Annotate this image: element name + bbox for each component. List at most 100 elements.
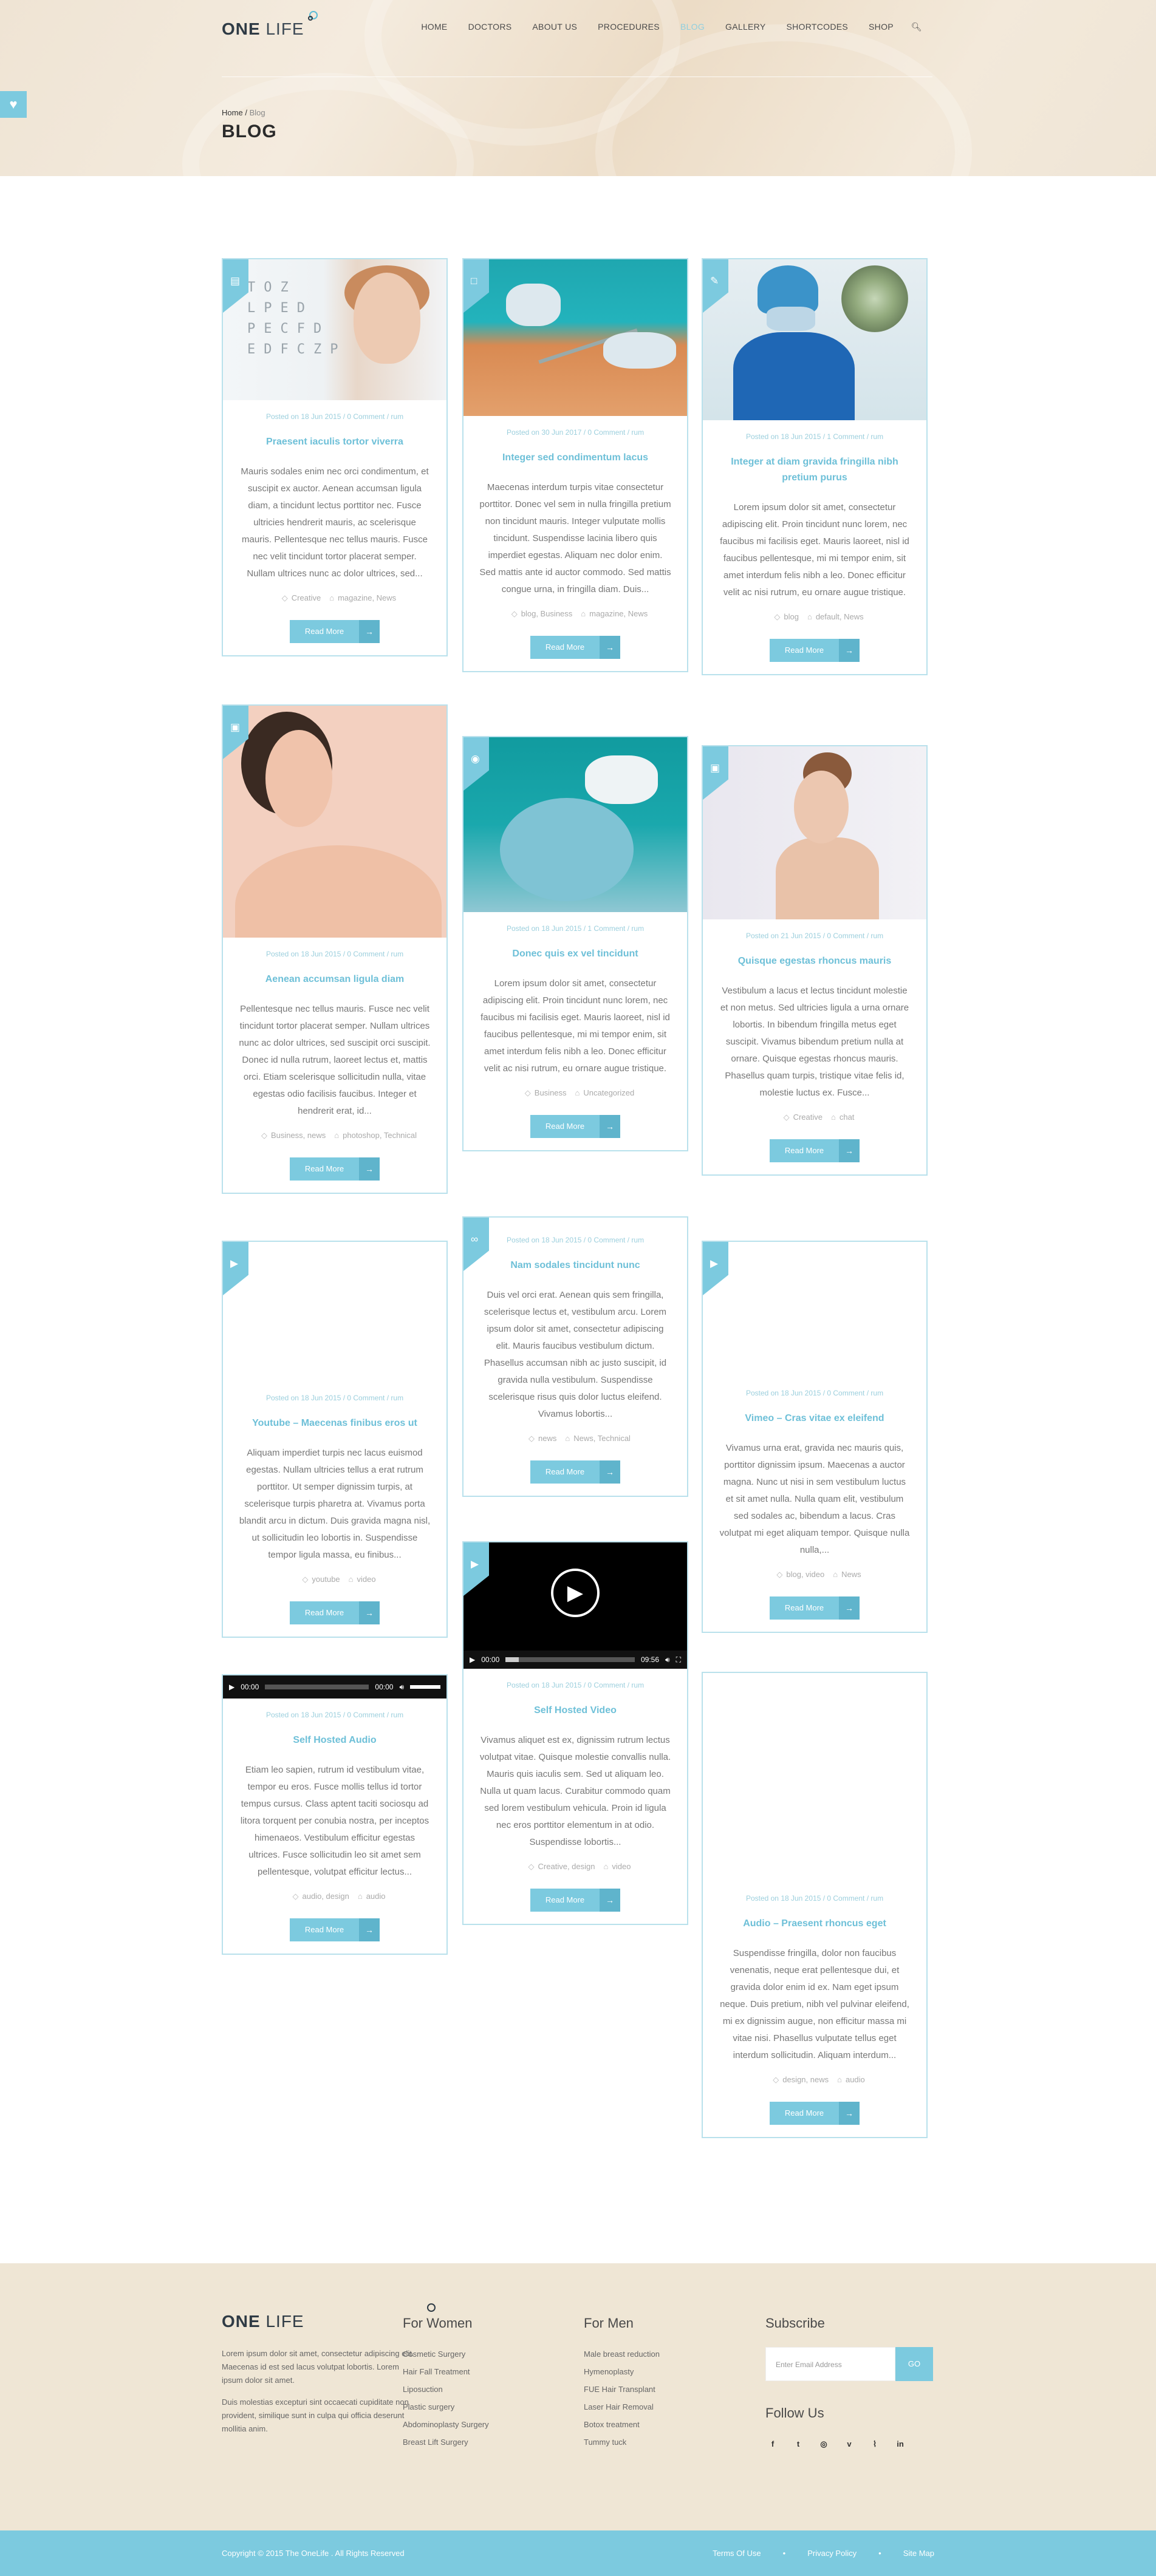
rss-icon[interactable]: ⌇ (867, 2439, 882, 2449)
post-image[interactable]: TOZ LPED PECFD EDFCZP (223, 259, 446, 400)
audio-embed[interactable] (703, 1673, 926, 1882)
linkedin-icon[interactable]: in (893, 2439, 908, 2449)
post-title[interactable]: Nam sodales tincidunt nunc (479, 1258, 671, 1273)
sitemap-link[interactable]: Site Map (903, 2549, 934, 2558)
read-more-button[interactable]: Read More → (530, 1115, 620, 1138)
search-icon[interactable]: 🔍︎ (904, 22, 932, 32)
footer-link[interactable]: Abdominoplasty Surgery (403, 2420, 489, 2429)
nav-item-procedures[interactable]: PROCEDURES (587, 22, 670, 32)
read-more-button[interactable]: Read More → (530, 636, 620, 659)
post-tags[interactable]: youtube (312, 1575, 340, 1584)
footer-link[interactable]: Male breast reduction (584, 2349, 660, 2359)
footer-link[interactable]: Botox treatment (584, 2420, 660, 2429)
post-title[interactable]: Self Hosted Video (479, 1703, 671, 1719)
footer-link[interactable]: Plastic surgery (403, 2402, 489, 2411)
read-more-button[interactable]: Read More → (770, 2102, 860, 2125)
youtube-embed[interactable]: ▶ (223, 1242, 446, 1382)
read-more-button[interactable]: Read More → (770, 1596, 860, 1620)
volume-icon[interactable]: 🔊︎ (399, 1683, 404, 1692)
post-categories[interactable]: magazine, News (338, 593, 396, 602)
footer-link[interactable]: Cosmetic Surgery (403, 2349, 489, 2359)
vimeo-icon[interactable]: v (842, 2439, 857, 2449)
privacy-link[interactable]: Privacy Policy (807, 2549, 857, 2558)
read-more-button[interactable]: Read More → (530, 1460, 620, 1484)
post-tags[interactable]: audio, design (302, 1892, 349, 1901)
vimeo-embed[interactable]: ▶ (703, 1242, 926, 1377)
post-tags[interactable]: blog, video (786, 1570, 824, 1579)
footer-link[interactable]: Liposuction (403, 2385, 489, 2394)
footer-link[interactable]: Tummy tuck (584, 2438, 660, 2447)
post-image[interactable] (463, 259, 687, 416)
read-more-button[interactable]: Read More → (530, 1889, 620, 1912)
audio-player[interactable]: ▶ 00:00 00:00 🔊︎ (223, 1675, 446, 1699)
post-tags[interactable]: blog, Business (521, 609, 573, 618)
post-title[interactable]: Aenean accumsan ligula diam (239, 972, 431, 987)
post-title[interactable]: Donec quis ex vel tincidunt (479, 946, 671, 962)
volume-icon[interactable]: 🔊︎ (665, 1655, 670, 1665)
post-categories[interactable]: chat (840, 1113, 855, 1122)
post-image[interactable] (223, 706, 446, 938)
read-more-button[interactable]: Read More → (290, 1918, 380, 1941)
post-categories[interactable]: photoshop, Technical (343, 1131, 417, 1140)
read-more-button[interactable]: Read More → (770, 1139, 860, 1162)
nav-item-gallery[interactable]: GALLERY (715, 22, 776, 32)
post-tags[interactable]: design, news (782, 2075, 829, 2084)
nav-item-shop[interactable]: SHOP (858, 22, 904, 32)
post-image[interactable] (703, 746, 926, 919)
post-title[interactable]: Youtube – Maecenas finibus eros ut (239, 1416, 431, 1431)
terms-link[interactable]: Terms Of Use (713, 2549, 761, 2558)
site-logo[interactable]: ONE LIFE (222, 11, 318, 39)
post-image[interactable] (703, 259, 926, 420)
read-more-button[interactable]: Read More → (770, 639, 860, 662)
volume-slider[interactable] (410, 1685, 440, 1689)
post-tags[interactable]: Creative (793, 1113, 823, 1122)
post-tags[interactable]: blog (784, 612, 799, 621)
post-categories[interactable]: News (841, 1570, 861, 1579)
post-tags[interactable]: Creative (292, 593, 321, 602)
post-categories[interactable]: audio (846, 2075, 865, 2084)
nav-item-doctors[interactable]: DOCTORS (458, 22, 522, 32)
fullscreen-icon[interactable]: ⛶ (676, 1655, 681, 1665)
footer-link[interactable]: Hair Fall Treatment (403, 2367, 489, 2376)
post-tags[interactable]: news (538, 1434, 556, 1443)
subscribe-button[interactable]: GO (895, 2347, 933, 2381)
email-field[interactable]: Enter Email Address (765, 2347, 895, 2381)
video-progress[interactable] (505, 1657, 635, 1662)
nav-item-about-us[interactable]: ABOUT US (522, 22, 587, 32)
play-icon[interactable]: ▶ (229, 1683, 234, 1691)
read-more-button[interactable]: Read More → (290, 1601, 380, 1624)
post-title[interactable]: Audio – Praesent rhoncus eget (719, 1916, 911, 1932)
video-player[interactable]: ▶ ▶ 00:00 09:56 🔊︎ ⛶ ▶ (463, 1542, 687, 1669)
nav-item-home[interactable]: HOME (411, 22, 457, 32)
play-icon[interactable]: ▶ (470, 1655, 475, 1664)
read-more-button[interactable]: Read More → (290, 1157, 380, 1181)
post-categories[interactable]: video (612, 1862, 631, 1871)
twitter-icon[interactable]: t (791, 2439, 805, 2449)
post-categories[interactable]: video (357, 1575, 376, 1584)
footer-link[interactable]: Hymenoplasty (584, 2367, 660, 2376)
nav-item-blog[interactable]: BLOG (670, 22, 715, 32)
post-categories[interactable]: Uncategorized (583, 1088, 634, 1097)
footer-link[interactable]: Breast Lift Surgery (403, 2438, 489, 2447)
post-categories[interactable]: audio (366, 1892, 386, 1901)
post-title[interactable]: Praesent iaculis tortor viverra (239, 434, 431, 450)
facebook-icon[interactable]: f (765, 2439, 780, 2449)
footer-logo[interactable]: ONE LIFE (222, 2303, 436, 2331)
post-title[interactable]: Integer at diam gravida fringilla nibh p… (719, 454, 911, 486)
post-image[interactable] (463, 737, 687, 912)
post-title[interactable]: Vimeo – Cras vitae ex eleifend (719, 1411, 911, 1426)
heart-icon[interactable]: ♥ (0, 91, 27, 118)
breadcrumb-home[interactable]: Home (222, 108, 243, 117)
play-button[interactable]: ▶ (551, 1569, 600, 1618)
post-title[interactable]: Integer sed condimentum lacus (479, 450, 671, 466)
audio-progress[interactable] (265, 1685, 369, 1689)
post-title[interactable]: Quisque egestas rhoncus mauris (719, 953, 911, 969)
instagram-icon[interactable]: ◎ (816, 2439, 831, 2449)
footer-link[interactable]: FUE Hair Transplant (584, 2385, 660, 2394)
post-tags[interactable]: Business (535, 1088, 567, 1097)
post-categories[interactable]: News, Technical (573, 1434, 631, 1443)
footer-link[interactable]: Laser Hair Removal (584, 2402, 660, 2411)
nav-item-shortcodes[interactable]: SHORTCODES (776, 22, 858, 32)
post-tags[interactable]: Creative, design (538, 1862, 595, 1871)
post-categories[interactable]: default, News (816, 612, 864, 621)
